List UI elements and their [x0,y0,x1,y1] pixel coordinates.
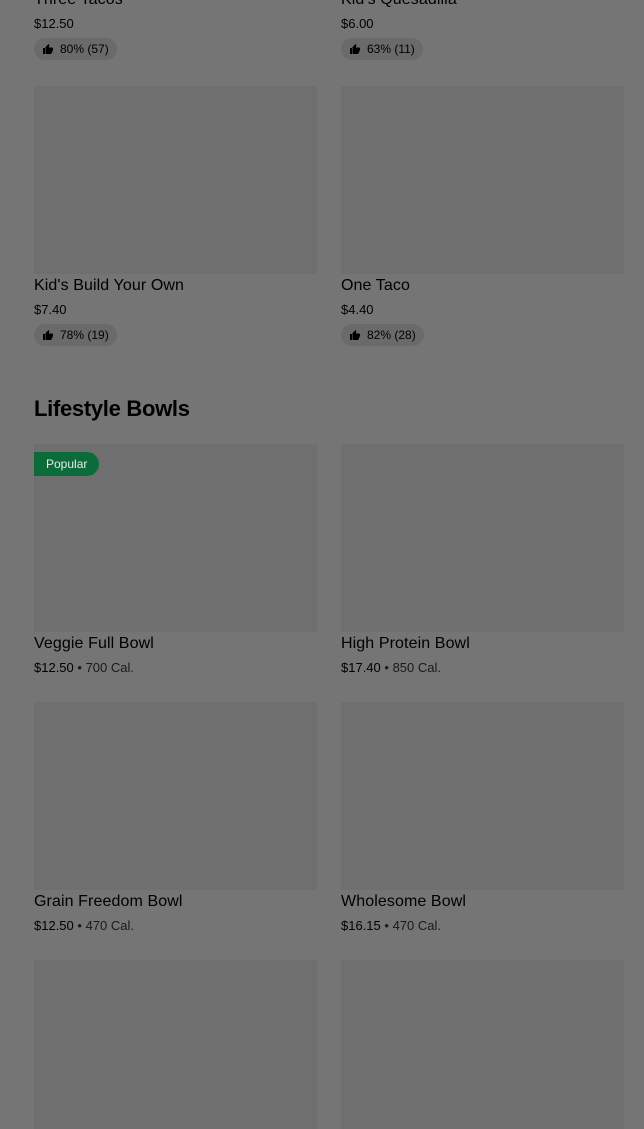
item-name: Wholesome Bowl [341,893,467,910]
item-price: $16.15 [341,918,381,933]
rating-pill: 82% (28) [341,324,424,346]
item-price-line: $12.50 • 700 Cal. [34,660,134,675]
item-price: $17.40 [341,660,381,675]
item-name: Veggie Full Bowl [34,635,154,652]
thumbs-up-icon [350,330,361,340]
item-price: $7.40 [34,302,67,317]
item-name: High Protein Bowl [341,635,470,652]
item-price: $12.50 [34,16,74,31]
item-image [341,86,624,274]
item-price: $6.00 [341,16,374,31]
separator: • [384,660,389,675]
rating-pill: 80% (57) [34,38,117,60]
rating-text: 80% (57) [60,42,109,56]
item-calories: 850 Cal. [392,660,441,675]
item-image [341,960,624,1129]
rating-pill: 78% (19) [34,324,117,346]
separator: • [384,918,389,933]
item-image [34,702,317,890]
item-name: Kid's Build Your Own [34,277,185,294]
item-calories: 470 Cal. [85,918,134,933]
popular-badge: Popular [34,452,100,476]
item-name: Kid's Quesadilla [341,0,457,9]
item-price: $12.50 [34,918,74,933]
rating-pill: 63% (11) [341,38,423,60]
item-price: $4.40 [341,302,374,317]
separator: • [77,660,82,675]
item-price: $12.50 [34,660,74,675]
item-price-line: $12.50 • 470 Cal. [34,918,134,933]
thumbs-up-icon [43,330,54,340]
item-price-line: $17.40 • 850 Cal. [341,660,441,675]
menu-page: Three Tacos $12.50 80% (57) Kid's Quesad… [0,0,644,1129]
item-name: One Taco [341,277,410,294]
item-name: Grain Freedom Bowl [34,893,183,910]
item-calories: 700 Cal. [85,660,134,675]
item-price-line: $16.15 • 470 Cal. [341,918,441,933]
item-image [34,86,317,274]
rating-text: 82% (28) [367,328,416,342]
item-image [341,444,624,632]
rating-text: 63% (11) [367,42,415,56]
item-image [34,960,317,1129]
thumbs-up-icon [43,44,54,54]
item-name: Three Tacos [34,0,123,9]
separator: • [77,918,82,933]
thumbs-up-icon [350,44,361,54]
item-image [341,702,624,890]
section-title: Lifestyle Bowls [34,396,190,421]
item-calories: 470 Cal. [392,918,441,933]
rating-text: 78% (19) [60,328,109,342]
